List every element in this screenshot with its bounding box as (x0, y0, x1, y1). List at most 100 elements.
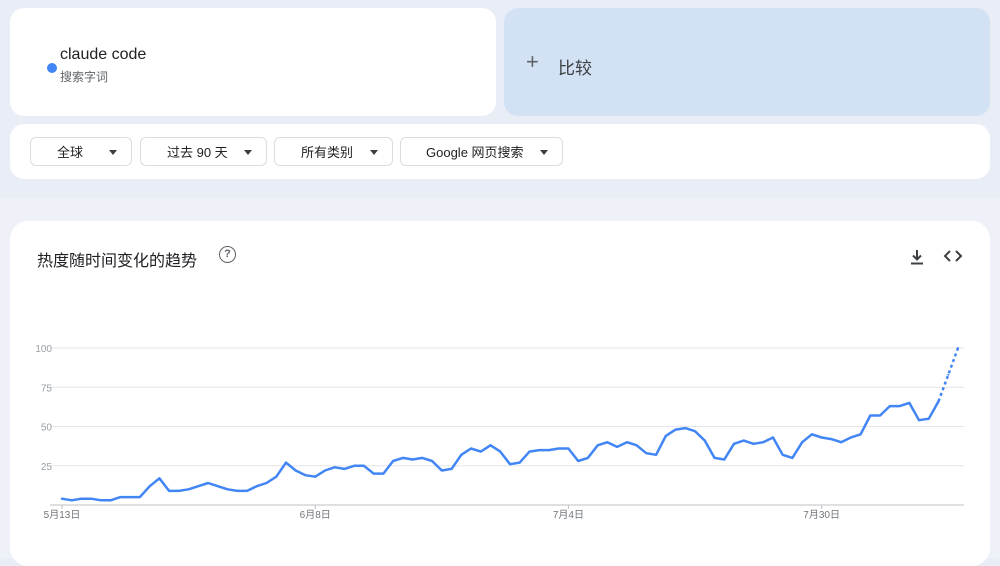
data-point (713, 456, 716, 459)
data-point (324, 469, 326, 472)
data-point (791, 456, 794, 459)
data-point (372, 472, 375, 475)
data-point (304, 474, 307, 477)
data-point (158, 477, 161, 480)
data-point (830, 438, 833, 441)
data-point (90, 497, 93, 500)
data-point (733, 442, 735, 445)
region-filter-label: 全球 (57, 145, 84, 160)
data-point (411, 458, 414, 461)
data-point (460, 453, 463, 456)
data-point (275, 475, 278, 478)
series-color-dot (47, 63, 57, 73)
y-tick-label: 25 (41, 462, 53, 473)
data-point (119, 496, 122, 499)
search-term-name[interactable]: claude code (60, 46, 146, 64)
y-tick-label: 50 (41, 423, 53, 434)
data-point (586, 456, 589, 459)
data-point (518, 461, 521, 464)
data-point (849, 436, 852, 439)
data-point (382, 472, 385, 475)
data-point (674, 428, 677, 431)
data-point (567, 447, 570, 450)
data-point (947, 373, 950, 376)
data-point (207, 482, 210, 484)
data-point (548, 449, 550, 452)
y-tick-label: 100 (35, 344, 52, 355)
data-point (129, 496, 132, 499)
data-point (752, 442, 755, 445)
region-filter-dropdown[interactable]: 全球 (30, 137, 132, 166)
y-tick-label: 75 (41, 383, 53, 394)
data-point (801, 441, 804, 444)
data-point (333, 466, 336, 469)
data-point (255, 485, 258, 488)
data-point (888, 405, 891, 408)
data-point (499, 450, 502, 453)
time-range-dropdown[interactable]: 过去 90 天 (140, 137, 267, 166)
data-point (840, 441, 843, 444)
data-point (742, 439, 745, 442)
compare-label: 比较 (558, 59, 592, 78)
data-point (285, 461, 287, 464)
data-point (596, 444, 599, 447)
category-dropdown[interactable]: 所有类别 (274, 137, 393, 166)
data-point (772, 436, 774, 439)
data-point (625, 441, 628, 444)
search-type-dropdown[interactable]: Google 网页搜索 (400, 137, 563, 166)
data-point (810, 433, 813, 436)
filter-bar: 全球 过去 90 天 所有类别 Google 网页搜索 (10, 124, 990, 179)
plus-icon: + (526, 49, 539, 74)
x-tick-label: 7月30日 (803, 509, 840, 521)
data-point (489, 444, 492, 447)
data-point (138, 496, 141, 499)
data-point (655, 453, 658, 456)
search-term-type: 搜索字词 (60, 70, 109, 84)
data-point (421, 456, 424, 459)
x-tick-label: 5月13日 (44, 509, 81, 521)
data-point (187, 488, 190, 491)
data-point (820, 436, 823, 439)
time-range-label: 过去 90 天 (167, 145, 228, 160)
data-point (314, 475, 317, 478)
data-point (401, 456, 404, 459)
data-point (294, 469, 297, 472)
data-point (353, 464, 356, 467)
caret-down-icon (109, 150, 117, 155)
data-point (70, 499, 73, 502)
data-point (528, 450, 531, 453)
x-tick-label: 6月8日 (300, 509, 331, 521)
data-point (645, 452, 648, 455)
data-point (246, 489, 248, 492)
data-point (879, 414, 882, 417)
trend-line-chart: 25 50 75 100 5月13日 6月8日 7月4日 7月30日 (35, 344, 964, 521)
data-point (918, 419, 920, 422)
category-label: 所有类别 (301, 145, 354, 160)
data-point (664, 434, 667, 437)
data-point (450, 467, 453, 470)
data-point (177, 489, 180, 492)
data-point (635, 444, 638, 447)
data-point (694, 430, 696, 433)
data-point (431, 460, 434, 462)
data-point (577, 460, 580, 462)
data-point (100, 499, 102, 502)
search-term-card[interactable]: claude code 搜索字词 (10, 8, 496, 116)
data-point (684, 427, 687, 430)
data-point (470, 447, 472, 450)
data-point (80, 497, 83, 500)
interest-over-time-card: 热度随时间变化的趋势 ? 25 50 75 100 5月13日 6月8日 7月4日 7月30… (10, 221, 990, 566)
data-point (606, 441, 609, 444)
data-point (236, 489, 239, 492)
data-point (557, 447, 560, 450)
data-point (343, 467, 346, 470)
caret-down-icon (244, 150, 252, 155)
caret-down-icon (370, 150, 378, 155)
data-point (148, 485, 151, 488)
data-point (216, 485, 219, 488)
data-point (937, 400, 940, 403)
compare-button[interactable]: + 比较 (504, 8, 990, 116)
caret-down-icon (540, 150, 548, 155)
search-type-label: Google 网页搜索 (426, 145, 524, 160)
data-point (440, 469, 443, 472)
